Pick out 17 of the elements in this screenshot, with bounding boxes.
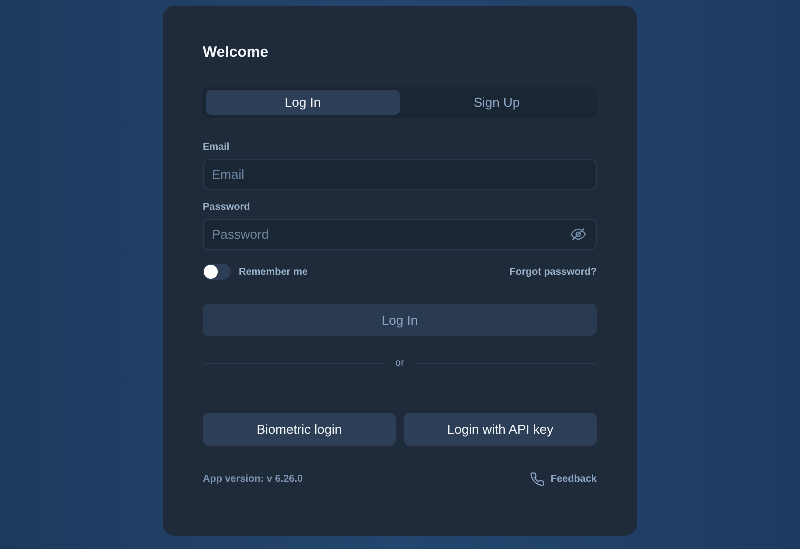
password-field[interactable]: Password xyxy=(203,219,597,250)
forgot-password-link[interactable]: Forgot password? xyxy=(510,266,597,278)
phone-icon xyxy=(530,472,545,487)
field-label: Password xyxy=(203,202,252,213)
alt-login-button[interactable]: Biometric login xyxy=(203,413,396,446)
remember-toggle[interactable] xyxy=(203,264,231,280)
eye-off-icon[interactable] xyxy=(570,226,587,243)
feedback-link[interactable]: Feedback xyxy=(530,472,597,487)
field-label: Email xyxy=(203,142,231,153)
divider-text: or xyxy=(396,358,404,369)
remember-label: Remember me xyxy=(239,266,308,278)
alt-login-button[interactable]: Login with API key xyxy=(404,413,597,446)
card-title: Welcome xyxy=(203,44,270,61)
email-field[interactable]: Email xyxy=(203,159,597,190)
tab[interactable]: Log In xyxy=(206,90,400,115)
version-text: App version: v 6.26.0 xyxy=(203,474,304,485)
tab[interactable]: Sign Up xyxy=(400,90,594,115)
